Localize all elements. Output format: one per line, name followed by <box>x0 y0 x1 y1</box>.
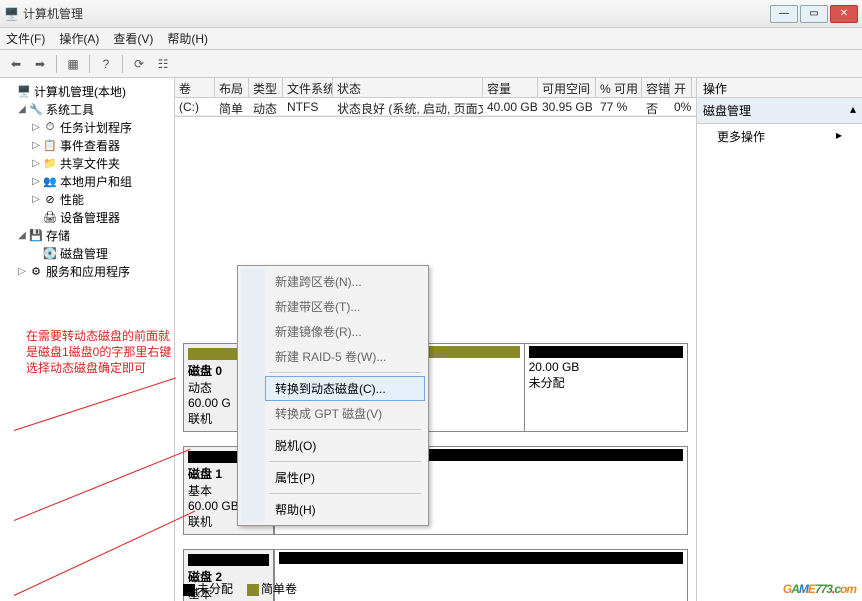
volume-row[interactable]: (C:) 简单 动态 NTFS 状态良好 (系统, 启动, 页面文件) 40.0… <box>175 98 696 116</box>
col-fs[interactable]: 文件系统 <box>283 78 333 97</box>
minimize-button[interactable]: — <box>770 5 798 23</box>
app-icon: 🖥️ <box>4 7 19 21</box>
menu-view[interactable]: 查看(V) <box>113 30 153 47</box>
tree-task[interactable]: ▷⏱任务计划程序 <box>2 118 172 136</box>
tree-perf[interactable]: ▷⊘性能 <box>2 190 172 208</box>
tree-users[interactable]: ▷👥本地用户和组 <box>2 172 172 190</box>
col-status[interactable]: 状态 <box>333 78 483 97</box>
tree-diskmgmt[interactable]: 💽磁盘管理 <box>2 244 172 262</box>
context-menu: 新建跨区卷(N)... 新建带区卷(T)... 新建镜像卷(R)... 新建 R… <box>237 265 429 526</box>
legend: 未分配 简单卷 <box>183 580 297 597</box>
tree-root[interactable]: 🖥️计算机管理(本地) <box>2 82 172 100</box>
tree-share[interactable]: ▷📁共享文件夹 <box>2 154 172 172</box>
chevron-right-icon: ▸ <box>836 128 842 145</box>
ctx-offline[interactable]: 脱机(O) <box>265 433 425 458</box>
watermark: GAME773.com <box>783 573 856 599</box>
tree-event[interactable]: ▷📋事件查看器 <box>2 136 172 154</box>
volume-header[interactable]: 卷 布局 类型 文件系统 状态 容量 可用空间 % 可用 容错 开 <box>175 78 696 98</box>
window-title: 计算机管理 <box>19 5 770 22</box>
toolbar: ⬅ ➡ ▦ ? ⟳ ☷ <box>0 50 862 78</box>
refresh-icon[interactable]: ⟳ <box>129 54 149 74</box>
ctx-new-span[interactable]: 新建跨区卷(N)... <box>265 269 425 294</box>
disk-2-part-1[interactable] <box>274 550 687 601</box>
help-icon[interactable]: ? <box>96 54 116 74</box>
col-fault[interactable]: 容错 <box>642 78 670 97</box>
col-layout[interactable]: 布局 <box>215 78 249 97</box>
col-pct[interactable]: % 可用 <box>596 78 642 97</box>
tree-storage[interactable]: ◢💾存储 <box>2 226 172 244</box>
tree-systools[interactable]: ◢🔧系统工具 <box>2 100 172 118</box>
ctx-help[interactable]: 帮助(H) <box>265 497 425 522</box>
actions-pane: 操作 磁盘管理▴ 更多操作▸ <box>697 78 862 601</box>
col-capacity[interactable]: 容量 <box>483 78 538 97</box>
col-volume[interactable]: 卷 <box>175 78 215 97</box>
back-icon[interactable]: ⬅ <box>6 54 26 74</box>
view-icon[interactable]: ☷ <box>153 54 173 74</box>
menu-bar: 文件(F) 操作(A) 查看(V) 帮助(H) <box>0 28 862 50</box>
tree-services[interactable]: ▷⚙服务和应用程序 <box>2 262 172 280</box>
menu-action[interactable]: 操作(A) <box>59 30 99 47</box>
annotation-text: 在需要转动态磁盘的前面就是磁盘1磁盘0的字那里右键选择动态磁盘确定即可 <box>26 328 176 376</box>
ctx-to-dynamic[interactable]: 转换到动态磁盘(C)... <box>265 376 425 401</box>
show-hide-icon[interactable]: ▦ <box>63 54 83 74</box>
forward-icon[interactable]: ➡ <box>30 54 50 74</box>
ctx-new-mirror[interactable]: 新建镜像卷(R)... <box>265 319 425 344</box>
ctx-props[interactable]: 属性(P) <box>265 465 425 490</box>
ctx-new-stripe[interactable]: 新建带区卷(T)... <box>265 294 425 319</box>
actions-title: 操作 <box>697 78 862 98</box>
disk-0-part-3[interactable]: 20.00 GB 未分配 <box>524 344 687 431</box>
ctx-new-raid5[interactable]: 新建 RAID-5 卷(W)... <box>265 344 425 369</box>
maximize-button[interactable]: ▭ <box>800 5 828 23</box>
col-overhead[interactable]: 开 <box>670 78 692 97</box>
col-free[interactable]: 可用空间 <box>538 78 596 97</box>
ctx-to-gpt[interactable]: 转换成 GPT 磁盘(V) <box>265 401 425 426</box>
actions-section[interactable]: 磁盘管理▴ <box>697 98 862 124</box>
title-bar: 🖥️ 计算机管理 — ▭ ✕ <box>0 0 862 28</box>
col-type[interactable]: 类型 <box>249 78 283 97</box>
chevron-up-icon: ▴ <box>850 102 856 119</box>
tree-devmgr[interactable]: 🖨设备管理器 <box>2 208 172 226</box>
menu-help[interactable]: 帮助(H) <box>167 30 208 47</box>
close-button[interactable]: ✕ <box>830 5 858 23</box>
actions-more[interactable]: 更多操作▸ <box>697 124 862 149</box>
menu-file[interactable]: 文件(F) <box>6 30 45 47</box>
